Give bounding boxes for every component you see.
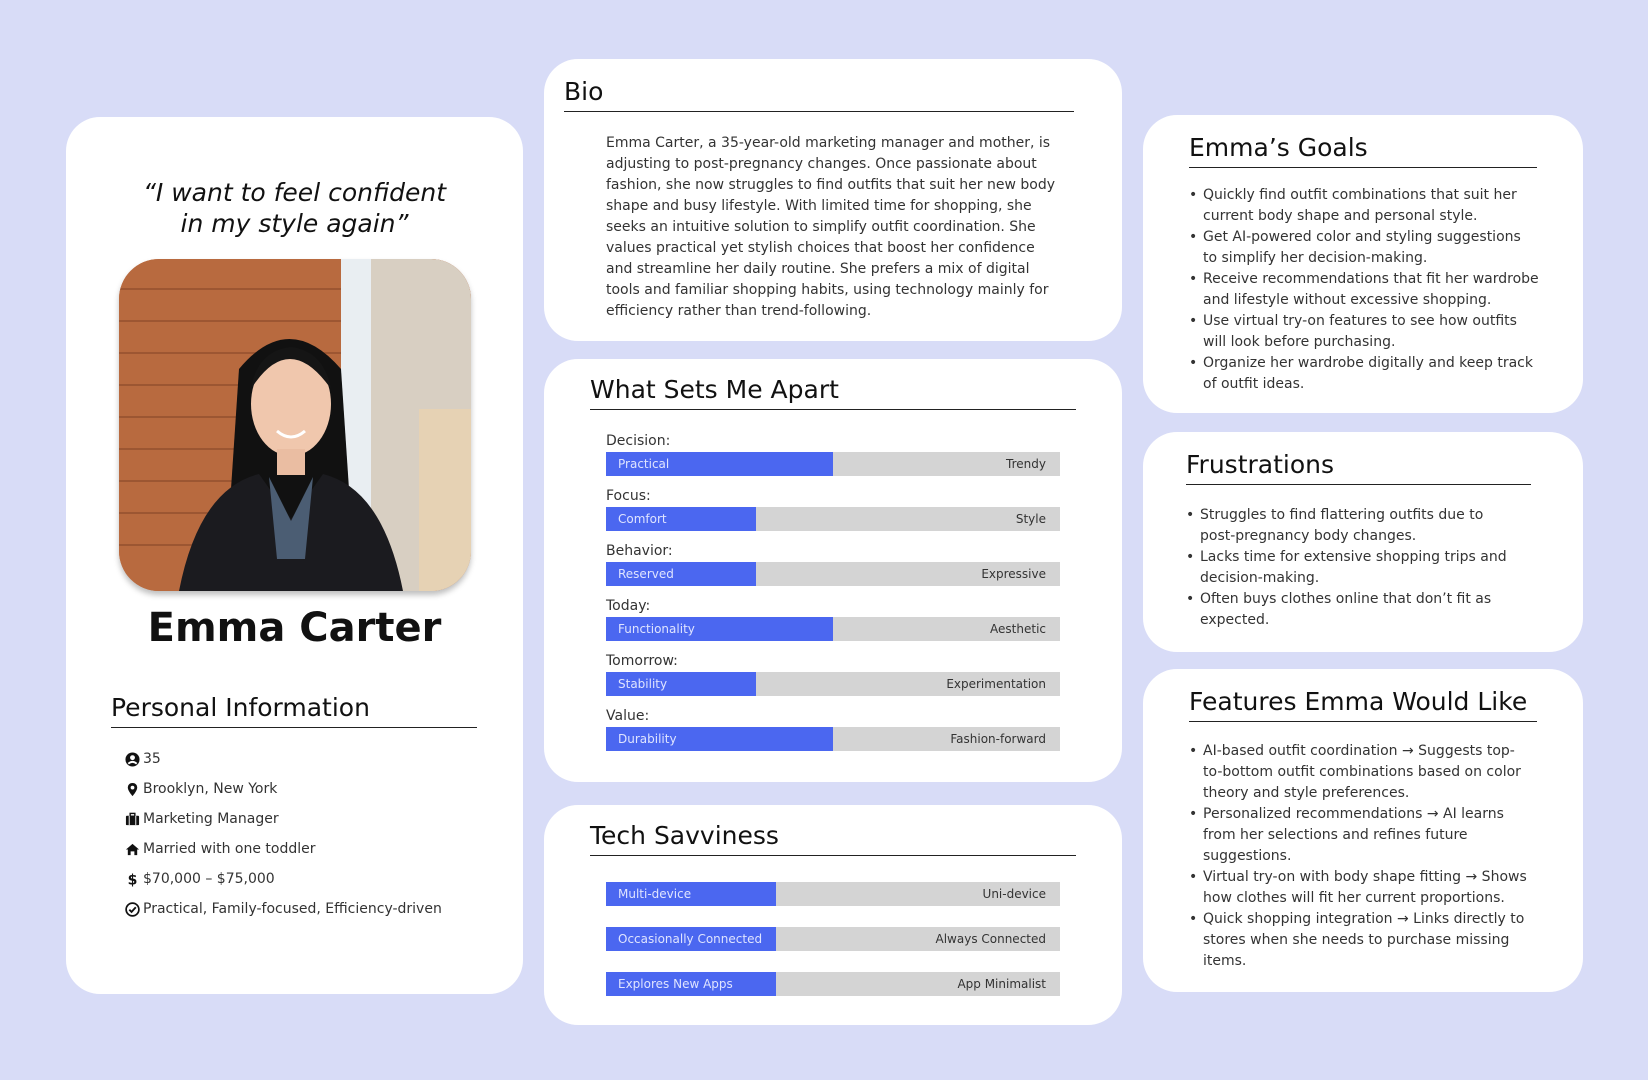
features-list: AI-based outfit coordination → Suggests … [1189, 741, 1529, 972]
trait-left-label: Functionality [618, 622, 695, 636]
info-occupation-text: Marketing Manager [143, 811, 279, 827]
goal-item: Use virtual try-on features to see how o… [1189, 311, 1539, 353]
info-family: Married with one toddler [123, 834, 442, 864]
trait-label: Behavior: [606, 543, 673, 559]
quote-line-1: “I want to feel confident [142, 178, 447, 207]
check-circle-icon [123, 900, 141, 918]
user-circle-icon [123, 750, 141, 768]
trait-bar: Durability Fashion-forward [606, 727, 1060, 751]
goal-item: Organize her wardrobe digitally and keep… [1189, 353, 1539, 395]
trait-left-label: Comfort [618, 512, 667, 526]
goal-item: Quickly find outfit combinations that su… [1189, 185, 1539, 227]
trait-bar: Stability Experimentation [606, 672, 1060, 696]
trait-bar: Reserved Expressive [606, 562, 1060, 586]
persona-quote: “I want to feel confident in my style ag… [96, 177, 493, 239]
goals-title: Emma’s Goals [1189, 133, 1537, 168]
trait-row: Behavior: Reserved Expressive [606, 541, 1060, 596]
trait-right-label: Aesthetic [990, 622, 1046, 636]
frustrations-list: Struggles to find flattering outfits due… [1186, 505, 1516, 631]
frustration-item: Struggles to find flattering outfits due… [1186, 505, 1516, 547]
map-pin-icon [123, 780, 141, 798]
frustrations-card: Frustrations Struggles to find flatterin… [1143, 432, 1583, 652]
trait-right-label: Fashion-forward [950, 732, 1046, 746]
tech-bar: Occasionally Connected Always Connected [606, 927, 1060, 951]
goals-card: Emma’s Goals Quickly find outfit combina… [1143, 115, 1583, 413]
feature-item: Personalized recommendations → AI learns… [1189, 804, 1529, 867]
trait-row: Focus: Comfort Style [606, 486, 1060, 541]
tech-right-label: Always Connected [935, 932, 1047, 946]
info-income-text: $70,000 – $75,000 [143, 871, 275, 887]
frustrations-title: Frustrations [1186, 450, 1531, 485]
goal-item: Get AI-powered color and styling suggest… [1189, 227, 1539, 269]
trait-bar: Functionality Aesthetic [606, 617, 1060, 641]
profile-card: “I want to feel confident in my style ag… [66, 117, 523, 994]
trait-right-label: Expressive [981, 567, 1046, 581]
trait-label: Value: [606, 708, 650, 724]
trait-row: Decision: Practical Trendy [606, 431, 1060, 486]
dollar-icon: $ [123, 870, 141, 888]
persona-photo [119, 259, 471, 591]
info-occupation: Marketing Manager [123, 804, 442, 834]
info-location-text: Brooklyn, New York [143, 781, 278, 797]
trait-right-label: Experimentation [946, 677, 1046, 691]
features-card: Features Emma Would Like AI-based outfit… [1143, 669, 1583, 992]
svg-text:$: $ [127, 872, 137, 886]
trait-right-label: Trendy [1006, 457, 1046, 471]
feature-item: AI-based outfit coordination → Suggests … [1189, 741, 1529, 804]
tech-bar: Explores New Apps App Minimalist [606, 972, 1060, 996]
trait-bar: Comfort Style [606, 507, 1060, 531]
trait-left-label: Practical [618, 457, 670, 471]
trait-row: Tomorrow: Stability Experimentation [606, 651, 1060, 706]
briefcase-icon [123, 810, 141, 828]
info-income: $ $70,000 – $75,000 [123, 864, 442, 894]
tech-bar: Multi-device Uni-device [606, 882, 1060, 906]
trait-sliders: Decision: Practical Trendy Focus: Comfor… [606, 431, 1060, 761]
tech-left-label: Occasionally Connected [618, 932, 763, 946]
personal-info-title: Personal Information [111, 693, 477, 728]
info-location: Brooklyn, New York [123, 774, 442, 804]
trait-bar: Practical Trendy [606, 452, 1060, 476]
info-age: 35 [123, 744, 442, 774]
feature-item: Virtual try-on with body shape fitting →… [1189, 867, 1529, 909]
trait-label: Decision: [606, 433, 671, 449]
trait-left-label: Durability [618, 732, 677, 746]
bio-text: Emma Carter, a 35-year-old marketing man… [606, 135, 1055, 319]
tech-savviness-card: Tech Savviness Multi-device Uni-device O… [544, 805, 1122, 1025]
info-traits-text: Practical, Family-focused, Efficiency-dr… [143, 901, 442, 917]
feature-item: Quick shopping integration → Links direc… [1189, 909, 1529, 972]
trait-right-label: Style [1015, 512, 1046, 526]
tech-left-label: Multi-device [618, 887, 692, 901]
trait-row: Value: Durability Fashion-forward [606, 706, 1060, 761]
bio-title: Bio [564, 77, 1074, 112]
personal-info-list: 35 Brooklyn, New York Marketing Manager … [123, 744, 442, 924]
info-family-text: Married with one toddler [143, 841, 316, 857]
frustration-item: Lacks time for extensive shopping trips … [1186, 547, 1516, 589]
trait-left-label: Stability [618, 677, 668, 691]
persona-name: Emma Carter [147, 605, 442, 651]
tech-right-label: App Minimalist [957, 977, 1046, 991]
tech-bars: Multi-device Uni-device Occasionally Con… [606, 882, 1060, 1017]
tech-savviness-title: Tech Savviness [590, 821, 1076, 856]
trait-label: Tomorrow: [606, 653, 678, 669]
features-title: Features Emma Would Like [1189, 687, 1537, 722]
trait-label: Focus: [606, 488, 651, 504]
tech-right-label: Uni-device [982, 887, 1046, 901]
bio-card: Bio Emma Carter, a 35-year-old marketing… [544, 59, 1122, 341]
info-age-text: 35 [143, 751, 161, 767]
sets-apart-card: What Sets Me Apart Decision: Practical T… [544, 359, 1122, 782]
info-traits: Practical, Family-focused, Efficiency-dr… [123, 894, 442, 924]
quote-line-2: in my style again” [180, 209, 409, 238]
home-icon [123, 840, 141, 858]
goal-item: Receive recommendations that fit her war… [1189, 269, 1539, 311]
goals-list: Quickly find outfit combinations that su… [1189, 185, 1539, 395]
trait-label: Today: [606, 598, 651, 614]
trait-row: Today: Functionality Aesthetic [606, 596, 1060, 651]
frustration-item: Often buys clothes online that don’t fit… [1186, 589, 1516, 631]
trait-left-label: Reserved [618, 567, 674, 581]
tech-left-label: Explores New Apps [618, 977, 733, 991]
sets-apart-title: What Sets Me Apart [590, 375, 1076, 410]
